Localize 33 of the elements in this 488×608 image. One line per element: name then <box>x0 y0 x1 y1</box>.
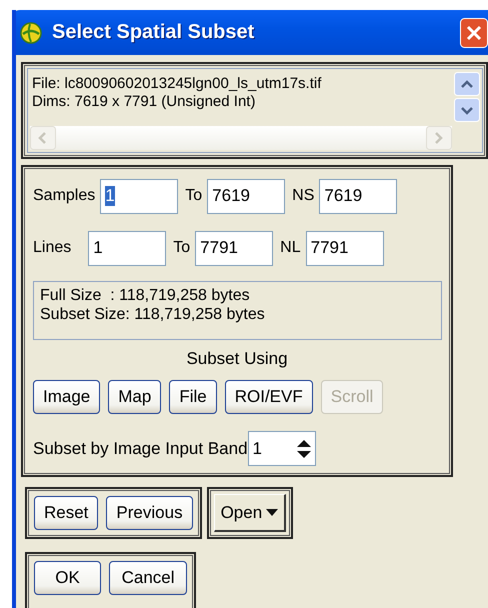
count-field[interactable]: 7619 <box>319 178 398 214</box>
count-field[interactable]: 7791 <box>306 230 384 266</box>
window-title: Select Spatial Subset <box>52 21 254 44</box>
open-menu-button[interactable]: Open <box>214 494 286 532</box>
subset-button[interactable]: File <box>169 380 217 414</box>
caret-icon <box>266 508 278 516</box>
field-label: Lines <box>33 239 72 257</box>
history-button[interactable]: Previous <box>106 496 193 530</box>
size-text: Subset Size: 118,719,258 bytes <box>40 305 266 324</box>
history-button[interactable]: Reset <box>34 496 98 530</box>
band-spinner[interactable]: 1 <box>248 431 316 466</box>
subset-button[interactable]: ROI/EVF <box>224 380 313 414</box>
dialog-button[interactable]: OK <box>34 561 102 595</box>
spin-arrows-icon[interactable] <box>294 438 313 460</box>
field-label: Samples <box>33 187 96 205</box>
field-label: To <box>173 239 190 257</box>
band-label: Subset by Image Input Band <box>33 438 248 458</box>
end-field[interactable]: 7791 <box>195 230 274 266</box>
globe-icon <box>20 22 42 44</box>
end-field[interactable]: 7619 <box>207 178 286 214</box>
field-label: NL <box>280 239 301 257</box>
field-label: To <box>185 187 202 205</box>
start-field[interactable]: 1 <box>88 230 166 266</box>
subset-button[interactable]: Image <box>33 380 100 414</box>
info-text: File: lc80090602013245lgn00_ls_utm17s.tif <box>32 75 322 93</box>
dialog-button[interactable]: Cancel <box>109 561 187 595</box>
field-label: NS <box>292 187 314 205</box>
subset-button[interactable]: Map <box>108 380 162 414</box>
section-label: Subset Using <box>185 349 289 369</box>
size-text: Full Size : 118,719,258 bytes <box>40 286 251 305</box>
start-field[interactable]: 1 <box>100 178 178 214</box>
info-text: Dims: 7619 x 7791 (Unsigned Int) <box>32 93 256 111</box>
close-button[interactable] <box>460 18 488 48</box>
